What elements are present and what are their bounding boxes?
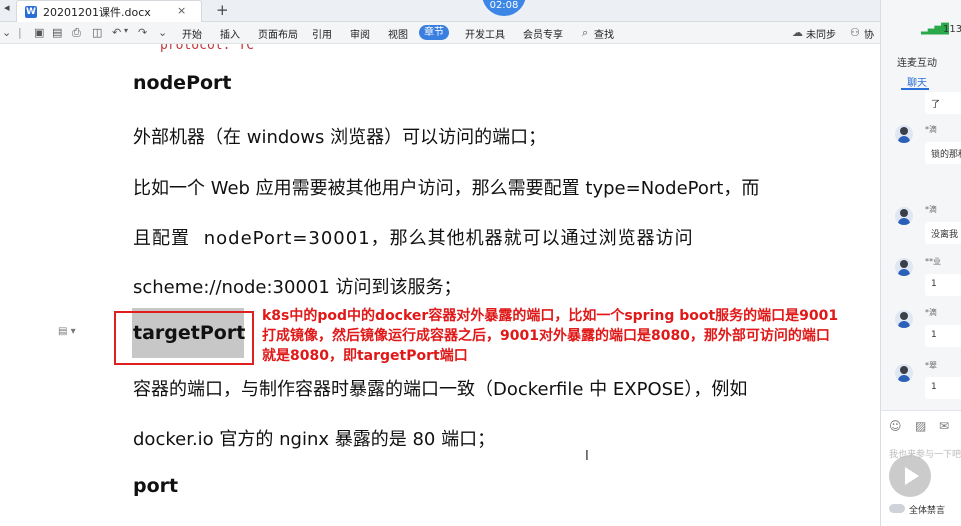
chat-bubble: 没离我 bbox=[925, 222, 961, 244]
sync-status[interactable]: 未同步 bbox=[806, 26, 836, 41]
active-tab-indicator bbox=[901, 88, 929, 90]
chat-input-area[interactable]: ☺ ▨ ✉ 我也来参与一下吧 全体禁言 bbox=[881, 410, 961, 526]
paragraph-line: 外部机器（在 windows 浏览器）可以访问的端口； bbox=[133, 127, 547, 148]
chat-username: *滴 bbox=[925, 308, 937, 317]
mute-all-label: 全体禁言 bbox=[909, 506, 946, 516]
search-button[interactable]: 查找 bbox=[594, 26, 614, 41]
search-icon[interactable]: ⌕ bbox=[582, 26, 588, 40]
close-tab-icon[interactable]: × bbox=[177, 4, 186, 17]
live-chat-panel: ▂▄▆█ 113.5 连麦互动 聊天 了 *滴 锁的那种 *滴 没离我 **业 … bbox=[880, 0, 961, 526]
cut-off-code-line: protocol: TC bbox=[160, 44, 254, 53]
menu-member-exclusive[interactable]: 会员专享 bbox=[523, 26, 563, 41]
ribbon-menu-bar: ⌄ | ▣ ▤ ⎙ ◫ ↶ ▾ ↷ ⌄ 开始 插入 页面布局 引用 审阅 视图 … bbox=[0, 22, 880, 44]
title-tab-bar: ◂ W 20201201课件.docx × + bbox=[0, 0, 880, 22]
paragraph-handle-icon[interactable]: ▤ ▾ bbox=[58, 326, 76, 337]
divider: | bbox=[18, 26, 22, 39]
menu-page-layout[interactable]: 页面布局 bbox=[258, 26, 298, 41]
chat-username: *翠 bbox=[925, 361, 937, 370]
more-tools-icon[interactable]: ⌄ bbox=[158, 26, 167, 39]
new-tab-button[interactable]: + bbox=[216, 0, 229, 20]
note-line: 打成镜像，然后镜像运行成容器之后，9001对外暴露的端口是8080，那外部可访问… bbox=[262, 328, 830, 344]
user-avatar[interactable] bbox=[895, 364, 913, 382]
heading-nodeport: nodePort bbox=[133, 72, 232, 94]
user-avatar[interactable] bbox=[895, 258, 913, 276]
play-icon[interactable] bbox=[889, 455, 931, 497]
paragraph-line: 容器的端口，与制作容器时暴露的端口一致（Dockerfile 中 EXPOSE）… bbox=[133, 379, 748, 400]
red-annotation-note: k8s中的pod中的docker容器对外暴露的端口，比如一个spring boo… bbox=[262, 306, 838, 366]
user-avatar[interactable] bbox=[895, 207, 913, 225]
print-icon[interactable]: ⎙ bbox=[72, 26, 81, 40]
gift-icon[interactable]: ✉ bbox=[939, 419, 949, 433]
chat-username: **业 bbox=[925, 257, 941, 266]
emoji-icon[interactable]: ☺ bbox=[889, 419, 902, 433]
chat-message-list[interactable]: 了 *滴 锁的那种 *滴 没离我 **业 1 *滴 1 *翠 1 bbox=[881, 92, 961, 410]
user-avatar[interactable] bbox=[895, 310, 913, 328]
tab-co-host[interactable]: 连麦互动 bbox=[897, 54, 937, 69]
collaborate-button[interactable]: 协 bbox=[864, 26, 874, 41]
text-cursor-icon: Ι bbox=[585, 449, 589, 464]
chat-bubble: 锁的那种 bbox=[925, 142, 961, 164]
chat-bubble: 了 bbox=[925, 92, 961, 114]
paragraph-line: 且配置 nodePort=30001，那么其他机器就可以通过浏览器访问 bbox=[133, 228, 694, 249]
tab-scroll-left-icon[interactable]: ◂ bbox=[4, 1, 14, 21]
preview-icon[interactable]: ◫ bbox=[92, 26, 102, 39]
menu-home[interactable]: 开始 bbox=[182, 26, 202, 41]
chat-bubble: 1 bbox=[925, 377, 961, 399]
document-tab-title: 20201201课件.docx bbox=[43, 6, 151, 19]
note-line: 就是8080，即targetPort端口 bbox=[262, 348, 468, 364]
chat-bubble: 1 bbox=[925, 274, 961, 296]
document-page[interactable]: protocol: TC nodePort 外部机器（在 windows 浏览器… bbox=[0, 44, 880, 526]
export-icon[interactable]: ▤ bbox=[52, 26, 62, 39]
quick-menu-icon[interactable]: ⌄ bbox=[2, 26, 11, 39]
mute-all-toggle[interactable] bbox=[889, 504, 905, 513]
redo-icon[interactable]: ↷ bbox=[138, 26, 147, 39]
save-icon[interactable]: ▣ bbox=[34, 26, 44, 39]
user-avatar[interactable] bbox=[895, 125, 913, 143]
menu-review[interactable]: 审阅 bbox=[350, 26, 370, 41]
chat-username: *滴 bbox=[925, 205, 937, 214]
menu-chapter[interactable]: 章节 bbox=[419, 25, 449, 40]
heading-port: port bbox=[133, 475, 179, 497]
paragraph-line: 比如一个 Web 应用需要被其他用户访问，那么需要配置 type=NodePor… bbox=[133, 178, 760, 199]
menu-insert[interactable]: 插入 bbox=[220, 26, 240, 41]
note-line: k8s中的pod中的docker容器对外暴露的端口，比如一个spring boo… bbox=[262, 308, 839, 324]
menu-references[interactable]: 引用 bbox=[312, 26, 332, 41]
paragraph-line: docker.io 官方的 nginx 暴露的是 80 端口； bbox=[133, 429, 496, 450]
menu-view[interactable]: 视图 bbox=[388, 26, 408, 41]
menu-developer-tools[interactable]: 开发工具 bbox=[465, 26, 505, 41]
undo-icon[interactable]: ↶ bbox=[112, 26, 121, 39]
network-speed: 113.5 bbox=[943, 24, 961, 35]
chat-username: *滴 bbox=[925, 125, 937, 134]
paragraph-line: scheme://node:30001 访问到该服务； bbox=[133, 277, 462, 298]
heading-targetport: targetPort bbox=[133, 322, 246, 344]
tab-chat[interactable]: 聊天 bbox=[907, 74, 927, 89]
image-icon[interactable]: ▨ bbox=[915, 419, 926, 433]
word-document-icon: W bbox=[25, 6, 37, 18]
chat-bubble: 1 bbox=[925, 325, 961, 347]
document-tab[interactable]: W 20201201课件.docx × bbox=[16, 0, 202, 22]
undo-dropdown-icon[interactable]: ▾ bbox=[124, 26, 128, 35]
collaborate-icon[interactable]: ⚇ bbox=[850, 26, 860, 39]
sync-icon[interactable]: ☁ bbox=[792, 26, 803, 39]
